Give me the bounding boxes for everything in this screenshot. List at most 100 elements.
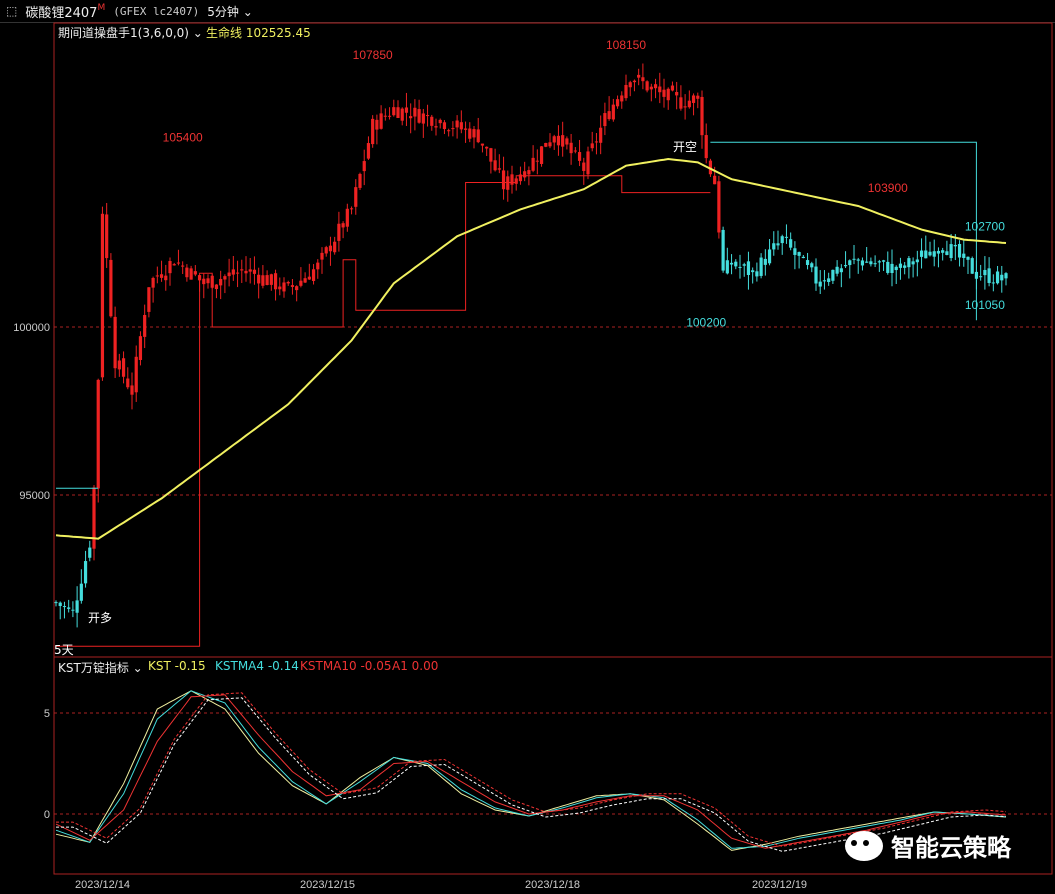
candle-body (379, 113, 383, 129)
candle-body (62, 606, 67, 608)
candle-body (214, 284, 219, 290)
candle-body (269, 274, 273, 285)
candle-body (248, 269, 252, 272)
candle-body (265, 275, 269, 285)
candle-body (472, 129, 476, 138)
candle-body (953, 244, 957, 247)
indicator-name-text: 期间道操盘手1(3,6,0,0) (58, 26, 189, 40)
candle-body (421, 113, 425, 124)
candle-body (763, 258, 767, 265)
candle-body (54, 602, 58, 604)
candle-body (865, 261, 869, 263)
candle-body (675, 91, 679, 96)
candle-body (780, 236, 784, 244)
price-annotation: 101050 (965, 298, 1005, 312)
candle-body (805, 260, 810, 265)
candle-body (341, 223, 345, 228)
candle-body (987, 268, 991, 283)
indicator-name[interactable]: 期间道操盘手1(3,6,0,0) ⌄ (58, 24, 203, 41)
candle-body (611, 104, 615, 120)
candle-body (425, 115, 430, 117)
y-tick-label: 5 (44, 708, 50, 720)
x-tick-label: 2023/12/15 (300, 879, 355, 891)
candle-body (67, 607, 71, 609)
candle-body (295, 286, 299, 291)
candle-body (789, 239, 793, 248)
candle-body (387, 115, 392, 117)
candle-body (451, 128, 455, 130)
candle-body (995, 271, 1000, 284)
price-annotation: 108150 (606, 38, 646, 52)
five-day-label: 5天 (54, 643, 74, 657)
candle-body (126, 378, 130, 388)
candle-body (485, 146, 489, 149)
candle-body (615, 99, 620, 107)
candle-body (476, 129, 480, 143)
candle-body (890, 263, 894, 273)
candle-body (193, 271, 197, 275)
candle-body (751, 270, 755, 273)
candle-body (392, 107, 396, 116)
main-panel-frame (53, 22, 1053, 658)
candle-body (691, 95, 696, 103)
candle-body (75, 600, 79, 613)
candle-body (493, 160, 497, 171)
candle-body (628, 82, 632, 88)
candle-body (662, 89, 666, 97)
candle-body (556, 135, 561, 146)
candle-body (510, 174, 514, 185)
price-annotation: 103900 (868, 181, 908, 195)
candle-body (962, 253, 966, 258)
lifeline-series (55, 157, 1007, 540)
candle-body (907, 258, 911, 268)
window-icon[interactable]: ⬚ (6, 4, 17, 18)
candle-body (345, 208, 349, 227)
candle-body (235, 272, 240, 274)
candle-body (497, 168, 501, 170)
candle-body (856, 259, 860, 261)
candle-body (130, 385, 134, 395)
chart-canvas[interactable]: 95000 100000 0 5 2023/12/14 2023/12/15 2023/12… (0, 22, 1055, 894)
candle-body (290, 285, 295, 287)
symbol-name[interactable]: 碳酸锂2407 (25, 2, 97, 21)
candle-body (159, 274, 164, 278)
candle-body (746, 261, 751, 275)
candle-body (569, 142, 573, 154)
candle-body (725, 260, 729, 274)
candle-body (92, 487, 96, 549)
candle-body (219, 278, 223, 286)
candle-body (717, 181, 721, 233)
candle-body (181, 265, 185, 267)
candle-body (877, 261, 881, 263)
candle-body (561, 135, 565, 147)
sub-indicator-name[interactable]: KST万锭指标 ⌄ (58, 659, 143, 676)
candle-body (430, 116, 434, 126)
candle-body (155, 275, 159, 277)
kstma10-value: KSTMA10 -0.05 (300, 659, 392, 673)
candle-body (772, 243, 776, 250)
candle-body (328, 245, 333, 252)
symbol-code: (GFEX lc2407) (113, 4, 200, 18)
candle-body (371, 118, 375, 145)
candle-body (670, 85, 675, 91)
candle-body (366, 143, 371, 159)
candle-body (286, 282, 290, 284)
kst-series-2 (55, 694, 1007, 849)
candle-body (932, 251, 936, 257)
candle-body (983, 269, 987, 276)
candle-body (843, 265, 848, 267)
candle-body (683, 106, 687, 108)
candle-body (721, 229, 725, 271)
candle-body (632, 80, 637, 83)
candle-body (822, 280, 827, 282)
price-annotation: 100200 (686, 315, 726, 329)
candle-body (71, 609, 75, 611)
candle-body (1004, 273, 1008, 279)
candle-body (282, 282, 286, 292)
lifeline-label: 生命线 102525.45 (206, 26, 311, 40)
candle-body (565, 138, 569, 145)
period-selector[interactable]: 5分钟 ⌄ (207, 3, 253, 20)
candle-body (531, 157, 535, 171)
candle-body (713, 175, 717, 185)
candle-body (860, 260, 865, 266)
